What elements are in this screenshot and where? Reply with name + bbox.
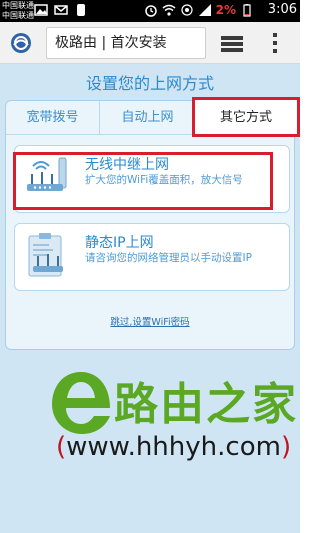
- skip-wifi-password-link[interactable]: 跳过,设置WiFi密码: [0, 314, 300, 328]
- clock: 3:06: [267, 2, 297, 17]
- option-static-ip[interactable]: 静态IP上网 请咨询您的网络管理员以手动设置IP: [14, 223, 290, 291]
- watermark-paren-close: ): [280, 432, 292, 462]
- app-icon: [77, 4, 85, 16]
- carrier-top: 中国联通: [2, 1, 34, 10]
- option-title: 静态IP上网: [85, 235, 154, 251]
- alarm-icon: [144, 5, 157, 17]
- status-bar: 中国联通 中国联通 2% 3:06: [0, 0, 300, 22]
- wifi-icon: [162, 4, 176, 16]
- image-icon: [34, 4, 48, 16]
- hotspot-icon: [181, 4, 193, 16]
- watermark-url-text: www.hhhyh.com: [66, 432, 281, 462]
- signal-icon: [198, 4, 211, 16]
- carrier-labels: 中国联通 中国联通: [2, 1, 34, 21]
- mail-icon: [54, 5, 68, 15]
- web-page: 设置您的上网方式 宽带拨号 自动上网 其它方式 无线中继上网 扩大您的WiFi覆…: [0, 64, 300, 533]
- watermark-url: (www.hhhyh.com): [56, 432, 291, 462]
- notification-icons: [34, 3, 88, 17]
- setup-panel: 宽带拨号 自动上网 其它方式 无线中继上网 扩大您的WiFi覆盖面积，放大信号: [5, 97, 300, 350]
- page-title: 设置您的上网方式: [85, 74, 214, 93]
- watermark-paren-open: (: [56, 432, 67, 462]
- tab-dhcp[interactable]: 自动上网: [100, 101, 196, 135]
- option-description: 请咨询您的网络管理员以手动设置IP: [85, 252, 252, 264]
- battery-icon: [243, 4, 251, 17]
- overflow-menu-icon[interactable]: [266, 31, 284, 55]
- carrier-bottom: 中国联通: [2, 11, 34, 20]
- battery-percent: 2%: [215, 3, 236, 17]
- tab-row: 宽带拨号 自动上网 其它方式: [6, 97, 300, 137]
- tab-pppoe[interactable]: 宽带拨号: [6, 101, 100, 135]
- browser-logo-icon[interactable]: [10, 32, 32, 54]
- tab-other-methods[interactable]: 其它方式: [192, 97, 300, 137]
- watermark-logo-icon: [52, 372, 110, 434]
- static-ip-router-icon: [28, 233, 63, 277]
- url-bar[interactable]: 极路由 | 首次安装: [46, 27, 206, 59]
- watermark-brand: 路由之家: [114, 379, 298, 430]
- highlight-box: [13, 152, 273, 210]
- tabs-icon[interactable]: [218, 33, 246, 55]
- browser-toolbar: 极路由 | 首次安装: [0, 22, 300, 64]
- system-icons: 2%: [144, 3, 254, 17]
